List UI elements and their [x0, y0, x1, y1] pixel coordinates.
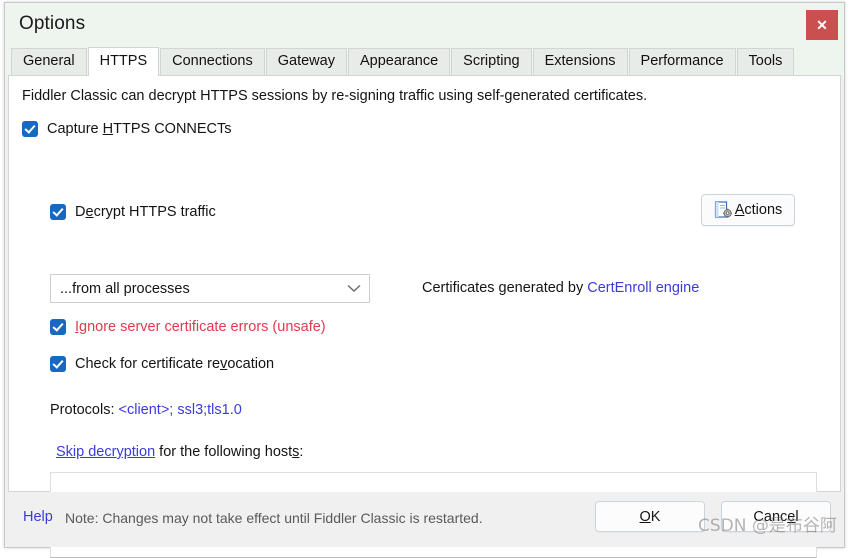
page-title: Options [19, 13, 85, 35]
ok-button[interactable]: OK [595, 501, 705, 532]
https-tab-page: Fiddler Classic can decrypt HTTPS sessio… [8, 75, 841, 492]
protocols-label: Protocols: [50, 402, 119, 418]
skip-decryption-text-post: : [299, 444, 303, 460]
ignore-cert-errors-checkbox[interactable] [50, 319, 66, 335]
skip-decryption-row: Skip decryption for the following hosts: [56, 444, 303, 460]
cert-engine-prefix: Certificates generated by [422, 280, 587, 296]
skip-decryption-text-pre: for the following host [155, 444, 292, 460]
actions-button[interactable]: Actions [701, 194, 795, 226]
close-icon[interactable]: ✕ [806, 10, 838, 40]
protocols-value-link[interactable]: <client>; ssl3;tls1.0 [119, 402, 242, 418]
cert-engine-info: Certificates generated by CertEnroll eng… [422, 280, 699, 296]
tab-strip: General HTTPS Connections Gateway Appear… [5, 47, 844, 75]
protocols-row: Protocols: <client>; ssl3;tls1.0 [50, 402, 242, 418]
tab-scripting[interactable]: Scripting [451, 48, 531, 75]
certificate-actions-icon [714, 201, 732, 219]
check-revocation-checkbox[interactable] [50, 356, 66, 372]
process-filter-value: ...from all processes [51, 281, 339, 297]
tab-https[interactable]: HTTPS [88, 47, 160, 76]
intro-text: Fiddler Classic can decrypt HTTPS sessio… [22, 88, 647, 104]
help-link[interactable]: Help [23, 509, 53, 525]
footer-note: Note: Changes may not take effect until … [65, 510, 483, 526]
skip-decryption-link[interactable]: Skip decryption [56, 444, 155, 460]
chevron-down-icon [339, 282, 369, 296]
check-revocation-row[interactable]: Check for certificate revocation [50, 356, 274, 372]
title-bar: Options ✕ [5, 3, 844, 47]
decrypt-traffic-checkbox[interactable] [50, 204, 66, 220]
check-revocation-label: Check for certificate revocation [75, 356, 274, 372]
cert-engine-link[interactable]: CertEnroll engine [587, 280, 699, 296]
dialog-footer: Help Note: Changes may not take effect u… [5, 492, 844, 547]
tab-tools[interactable]: Tools [737, 48, 795, 75]
options-dialog: Options ✕ General HTTPS Connections Gate… [4, 2, 845, 548]
ignore-cert-errors-label: Ignore server certificate errors (unsafe… [75, 319, 326, 335]
capture-connects-checkbox[interactable] [22, 121, 38, 137]
cancel-button[interactable]: Cancel [721, 501, 831, 532]
capture-connects-row[interactable]: Capture HTTPS CONNECTs [22, 121, 232, 137]
tab-gateway[interactable]: Gateway [266, 48, 347, 75]
decrypt-traffic-label: Decrypt HTTPS traffic [75, 204, 216, 220]
tab-extensions[interactable]: Extensions [533, 48, 628, 75]
tab-appearance[interactable]: Appearance [348, 48, 450, 75]
actions-button-label: Actions [735, 202, 783, 218]
ignore-cert-errors-row[interactable]: Ignore server certificate errors (unsafe… [50, 319, 326, 335]
capture-connects-label: Capture HTTPS CONNECTs [47, 121, 232, 137]
process-filter-dropdown[interactable]: ...from all processes [50, 274, 370, 303]
tab-connections[interactable]: Connections [160, 48, 265, 75]
tab-general[interactable]: General [11, 48, 87, 75]
tab-performance[interactable]: Performance [629, 48, 736, 75]
decrypt-traffic-row[interactable]: Decrypt HTTPS traffic [50, 204, 216, 220]
